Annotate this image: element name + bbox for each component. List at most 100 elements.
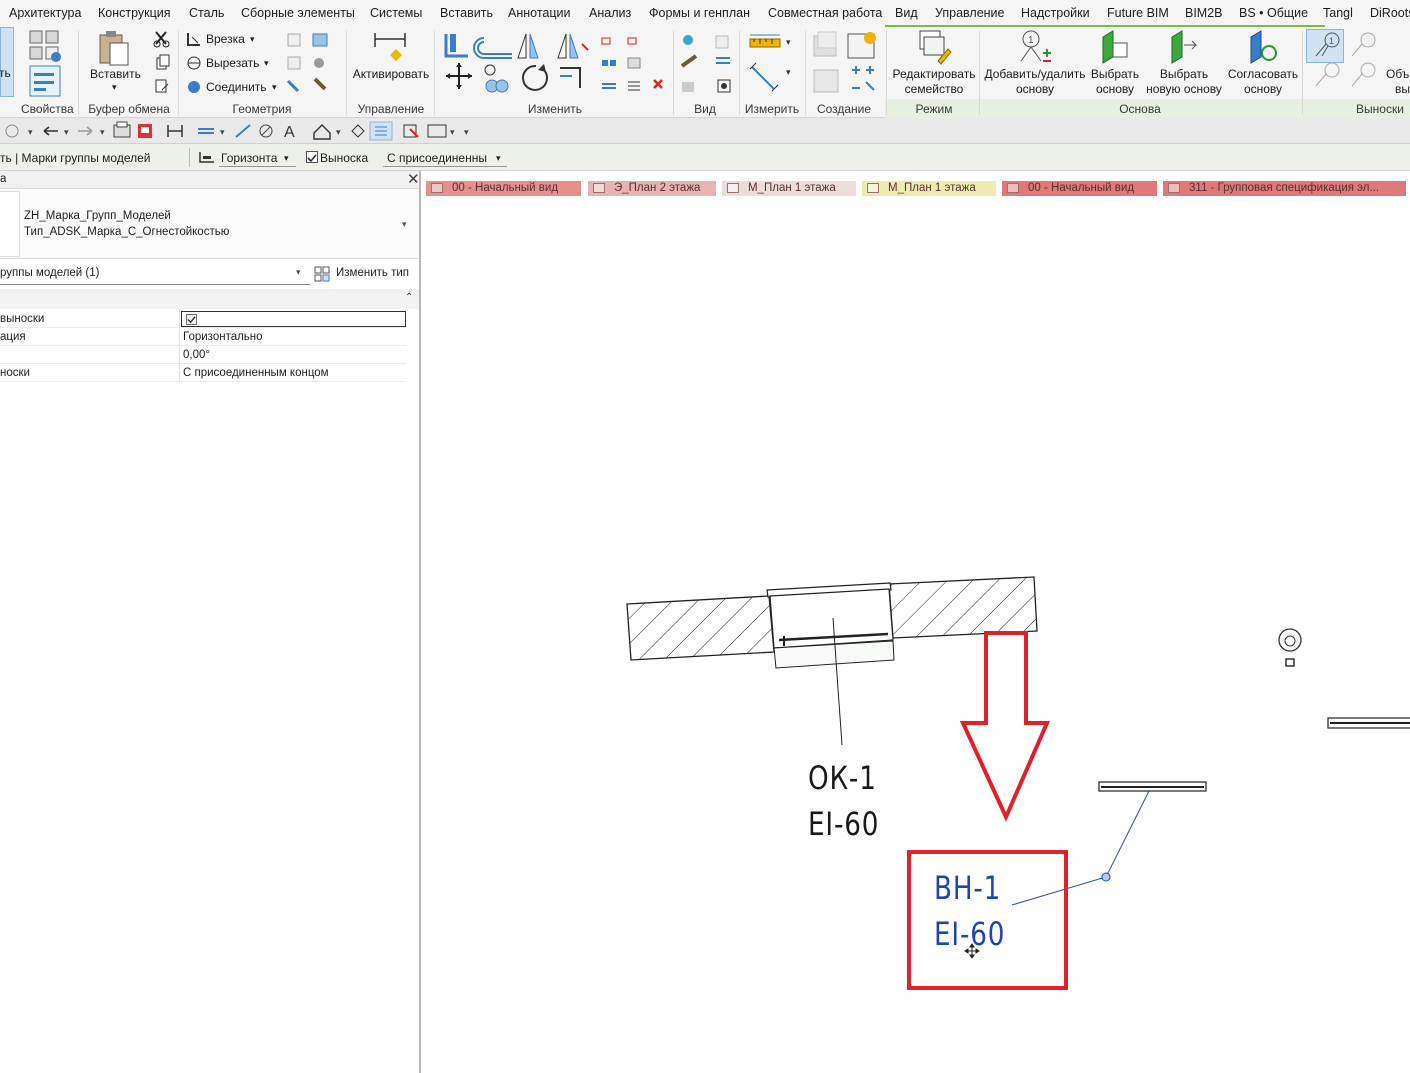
quick-access-icons[interactable]: ▾ ▾ ▾ ▾ A ▾ ▾ ▾ <box>0 121 480 141</box>
menu-tab-analyze[interactable]: Анализ <box>589 6 631 20</box>
instance-filter[interactable]: руппы моделей (1) ▾ <box>0 263 310 285</box>
tag-ok1-rating: EI-60 <box>808 805 880 843</box>
menu-tab-systems[interactable]: Системы <box>370 6 422 20</box>
paste-icon[interactable] <box>96 29 132 69</box>
cutout-button[interactable]: Вырезать <box>206 56 259 71</box>
reconcile-host-icon[interactable] <box>1245 29 1281 65</box>
paste-dropdown-icon[interactable]: ▾ <box>112 80 117 95</box>
tag-ok1[interactable]: ОК-1 EI-60 <box>808 755 879 847</box>
cut-dropdown-icon[interactable]: ▾ <box>250 32 255 47</box>
type-properties-icon[interactable] <box>28 29 64 63</box>
pick-host-label[interactable]: Выбрать <box>1086 67 1144 82</box>
tag-bh1[interactable]: ВН-1 EI-60 <box>934 865 1005 957</box>
view-tab[interactable]: Э_План 2 этажа <box>588 181 716 196</box>
menu-tab-view[interactable]: Вид <box>895 6 918 20</box>
menu-tab-steel[interactable]: Сталь <box>189 6 224 20</box>
reconcile-host-label-2[interactable]: основу <box>1224 82 1302 97</box>
menu-tab-massing[interactable]: Формы и генплан <box>649 6 750 20</box>
menu-tab-futurebim[interactable]: Future BIM <box>1107 6 1169 20</box>
obj-label[interactable]: Объ <box>1386 67 1409 82</box>
attach-dropdown-icon[interactable]: ▾ <box>496 153 501 164</box>
menu-tab-insert[interactable]: Вставить <box>440 6 493 20</box>
measure-icons[interactable]: ▾▾ <box>748 31 796 97</box>
drawing-svg <box>626 576 1410 990</box>
menu-tab-bim2b[interactable]: BIM2B <box>1185 6 1223 20</box>
quick-access-toolbar: ▾ ▾ ▾ ▾ A ▾ ▾ ▾ <box>0 118 1410 144</box>
modify-tools-icons[interactable] <box>442 30 672 100</box>
view-tab[interactable]: М_План 1 этажа <box>862 181 996 196</box>
swing-symbol[interactable] <box>1278 628 1302 667</box>
cut-geometry-button[interactable]: Врезка <box>206 32 245 47</box>
clipboard-small-icons[interactable] <box>152 30 172 100</box>
reconcile-host-label[interactable]: Согласовать <box>1224 67 1302 82</box>
edit-type-button[interactable]: Изменить тип <box>314 263 414 285</box>
property-key: носки <box>0 367 30 379</box>
pick-new-host-label[interactable]: Выбрать <box>1142 67 1226 82</box>
menu-tab-bs-general[interactable]: BS • Общие <box>1239 6 1308 20</box>
geometry-small-icons[interactable] <box>285 31 335 97</box>
tagged-element[interactable] <box>1098 781 1207 792</box>
svg-text:1: 1 <box>1329 36 1334 46</box>
property-row[interactable]: ация Горизонтально <box>0 328 406 346</box>
add-remove-host-icon[interactable]: 1 <box>1015 29 1055 65</box>
menu-tab-structure[interactable]: Конструкция <box>98 6 171 20</box>
edit-family-icon[interactable] <box>916 29 952 65</box>
view-tab[interactable]: 00 - Начальный вид <box>426 181 581 196</box>
leaders-icons[interactable]: 1 <box>1308 30 1378 96</box>
pick-host-label-2[interactable]: основу <box>1086 82 1144 97</box>
menu-tab-manage[interactable]: Управление <box>935 6 1005 20</box>
window-element[interactable] <box>766 582 895 746</box>
view-tools-icons[interactable] <box>678 30 736 96</box>
view-tab-label: М_План 1 этажа <box>888 182 976 194</box>
add-remove-host-label[interactable]: Добавить/удалить <box>982 67 1088 82</box>
chevron-down-icon[interactable]: ▾ <box>402 219 407 230</box>
join-button[interactable]: Соединить <box>206 80 267 95</box>
leader-property-checkbox[interactable] <box>186 314 197 325</box>
property-row[interactable]: 0,00° <box>0 346 406 364</box>
group-header[interactable]: ⌃ <box>0 289 419 309</box>
obj-label-2[interactable]: вы <box>1395 82 1410 97</box>
mode-group-label: Режим <box>915 102 953 116</box>
view-tab[interactable]: М_План 1 этажа <box>722 181 856 196</box>
view-tab[interactable]: 00 - Начальный вид <box>1002 181 1157 196</box>
drawing-canvas[interactable]: ОК-1 EI-60 ВН-1 EI-60 <box>423 198 1410 1073</box>
pick-host-icon[interactable] <box>1097 29 1133 65</box>
type-selector[interactable]: ZH_Марка_Групп_Моделей Тип_ADSK_Марка_С_… <box>0 189 419 259</box>
menu-tab-tangl[interactable]: Tangl <box>1323 6 1353 20</box>
leader-property-field[interactable] <box>181 311 406 327</box>
svg-text:▾: ▾ <box>28 127 33 137</box>
join-dropdown-icon[interactable]: ▾ <box>272 80 277 95</box>
instance-filter-value: руппы моделей (1) <box>0 267 100 279</box>
add-remove-host-label-2[interactable]: основу <box>982 82 1088 97</box>
close-icon[interactable]: ✕ <box>407 170 420 188</box>
menu-tab-collaborate[interactable]: Совместная работа <box>768 6 882 20</box>
menu-tab-addins[interactable]: Надстройки <box>1021 6 1090 20</box>
activate-icon[interactable] <box>372 29 408 65</box>
window-element-right[interactable] <box>1327 717 1410 729</box>
create-icons[interactable] <box>810 30 882 96</box>
orientation-select[interactable]: Горизонта <box>221 151 277 165</box>
pick-new-host-icon[interactable] <box>1166 29 1202 65</box>
attach-select[interactable]: С присоединенны <box>387 151 487 165</box>
menu-tab-architecture[interactable]: Архитектура <box>9 6 81 20</box>
edit-family-label[interactable]: Редактировать <box>890 67 978 82</box>
modify-button[interactable]: ть <box>0 27 14 97</box>
view-tab[interactable]: 311 - Групповая спецификация эл... <box>1163 181 1406 196</box>
options-bar: ть | Марки группы моделей Горизонта ▾ Вы… <box>0 144 1410 171</box>
menu-tab-annotate[interactable]: Аннотации <box>508 6 570 20</box>
property-row[interactable]: выноски <box>0 310 406 328</box>
cutout-dropdown-icon[interactable]: ▾ <box>264 56 269 71</box>
properties-icon[interactable] <box>28 65 64 97</box>
pick-new-host-label-2[interactable]: новую основу <box>1142 82 1226 97</box>
activate-label[interactable]: Активировать <box>352 67 430 82</box>
leader-checkbox[interactable] <box>306 151 318 163</box>
menu-tab-diroots[interactable]: DiRoots <box>1370 6 1410 20</box>
filter-dropdown-icon[interactable]: ▾ <box>296 267 301 278</box>
tag-bh1-rating: EI-60 <box>934 915 1006 953</box>
menu-tab-precast[interactable]: Сборные элементы <box>241 6 355 20</box>
collapse-icon[interactable]: ⌃ <box>405 292 413 303</box>
edit-family-label-2[interactable]: семейство <box>890 82 978 97</box>
tag-bh1-mark: ВН-1 <box>934 869 1002 907</box>
orientation-dropdown-icon[interactable]: ▾ <box>284 153 289 164</box>
property-row[interactable]: носки С присоединенным концом <box>0 364 406 382</box>
